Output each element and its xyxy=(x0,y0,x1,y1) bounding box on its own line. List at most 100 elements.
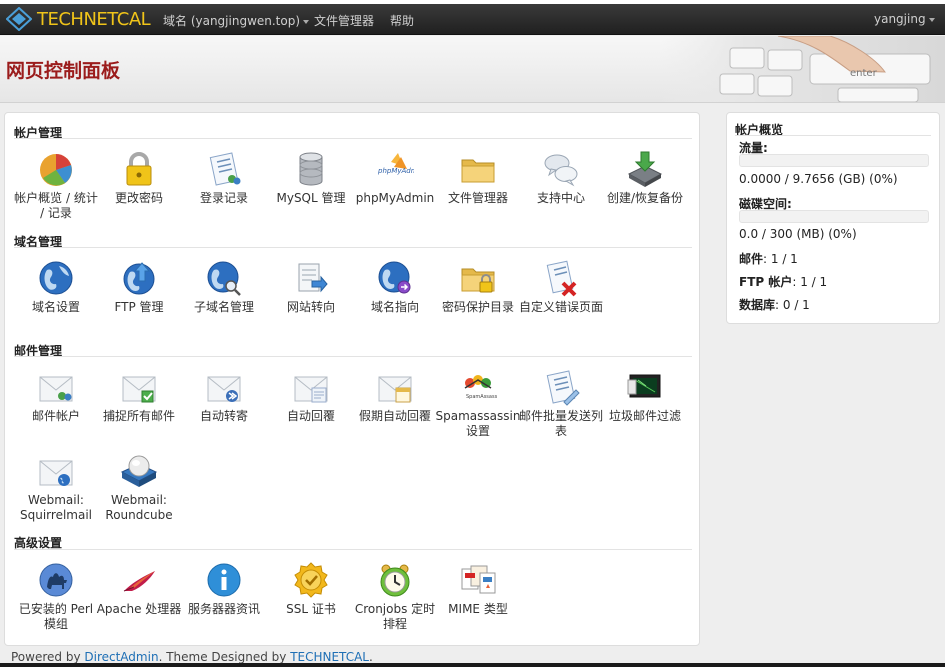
item-custom-error-pages[interactable]: 自定义错误页面 xyxy=(518,259,604,315)
item-label: 创建/恢复备份 xyxy=(606,191,684,205)
nav-file-manager[interactable]: 文件管理器 xyxy=(314,12,374,29)
account-overview-panel: 帐户概览 流量: 0.0000 / 9.7656 (GB) (0%) 磁碟空间:… xyxy=(726,112,940,324)
item-webmail-roundcube[interactable]: Webmail: Roundcube xyxy=(96,452,182,523)
svg-text:enter: enter xyxy=(850,68,878,79)
item-label: 自定义错误页面 xyxy=(518,300,603,314)
item-mailing-lists[interactable]: 邮件批量发送列表 xyxy=(518,368,604,439)
globe-magnifier-icon xyxy=(207,261,241,296)
document-with-users-icon xyxy=(209,152,241,186)
database-icon xyxy=(299,152,323,186)
footer-text: Powered by xyxy=(11,650,85,664)
item-label: 文件管理器 xyxy=(447,191,508,205)
item-email-accounts[interactable]: 邮件帐户 xyxy=(13,368,99,424)
item-label: 垃圾邮件过滤 xyxy=(608,409,681,423)
item-vacation-reply[interactable]: 假期自动回覆 xyxy=(352,368,438,424)
chat-bubbles-icon xyxy=(544,154,578,187)
globe-upload-icon xyxy=(123,262,155,295)
item-account-overview[interactable]: 帐户概览 / 统计 / 记录 xyxy=(13,150,99,221)
item-label: 更改密码 xyxy=(114,191,163,205)
item-label: SSL 证书 xyxy=(286,602,336,616)
main-panel: 帐户管理 帐户概览 / 统计 / 记录 更改密码 登录记录 MySQL 管理 p… xyxy=(4,112,700,646)
envelope-check-icon xyxy=(122,376,156,403)
item-spamassassin[interactable]: SpamAssassin Spamassassin 设置 xyxy=(435,368,521,439)
item-label: Cronjobs 定时排程 xyxy=(354,602,436,631)
item-webmail-squirrelmail[interactable]: Webmail: Squirrelmail xyxy=(13,452,99,523)
item-label: 网站转向 xyxy=(286,300,335,314)
file-types-icon xyxy=(461,565,496,594)
perl-camel-icon xyxy=(39,563,73,597)
document-redirect-icon xyxy=(298,263,328,293)
section-divider xyxy=(14,549,692,550)
header-band: 网页控制面板 enter xyxy=(0,36,945,103)
item-perl-modules[interactable]: 已安装的 Perl 模组 xyxy=(13,561,99,632)
item-ssl-certificates[interactable]: SSL 证书 xyxy=(268,561,354,617)
item-label: 服务器器资讯 xyxy=(187,602,260,616)
item-label: 域名设置 xyxy=(31,300,80,314)
item-label: 假期自动回覆 xyxy=(358,409,431,423)
item-spam-filter[interactable]: 垃圾邮件过滤 xyxy=(602,368,688,424)
nav-help[interactable]: 帮助 xyxy=(390,12,414,29)
item-mime-types[interactable]: MIME 类型 xyxy=(435,561,521,617)
section-divider xyxy=(14,356,692,357)
pie-chart-icon xyxy=(40,154,72,186)
user-menu[interactable]: yangjing xyxy=(874,12,935,26)
globe-pointer-icon xyxy=(378,261,411,294)
page-title: 网页控制面板 xyxy=(6,60,121,82)
item-label: 支持中心 xyxy=(536,191,585,205)
item-label: Webmail: Squirrelmail xyxy=(20,493,92,522)
item-login-history[interactable]: 登录记录 xyxy=(181,150,267,206)
brand-logo[interactable]: TECHNETCAL xyxy=(6,7,151,31)
caret-down-icon xyxy=(303,19,310,24)
item-label: 子域名管理 xyxy=(193,300,254,314)
technetcal-link[interactable]: TECHNETCAL xyxy=(290,650,369,664)
backup-download-icon xyxy=(627,151,663,187)
disk-progress-bar xyxy=(739,210,929,223)
item-support-center[interactable]: 支持中心 xyxy=(518,150,604,206)
spamassassin-logo-icon: SpamAssassin xyxy=(464,375,497,400)
item-domain-pointer[interactable]: 域名指向 xyxy=(352,259,438,315)
svg-text:phpMyAdmin: phpMyAdmin xyxy=(377,167,414,175)
item-label: 帐户概览 / 统计 / 记录 xyxy=(14,191,98,220)
phpmyadmin-sail-icon: phpMyAdmin xyxy=(377,153,414,175)
overview-divider xyxy=(735,135,931,136)
apache-feather-icon xyxy=(123,571,155,592)
footer-text: . xyxy=(368,650,373,664)
item-site-redirect[interactable]: 网站转向 xyxy=(268,259,354,315)
item-label: phpMyAdmin xyxy=(355,191,435,205)
item-subdomain-management[interactable]: 子域名管理 xyxy=(181,259,267,315)
envelope-calendar-icon xyxy=(378,376,412,403)
item-catch-all-email[interactable]: 捕捉所有邮件 xyxy=(96,368,182,424)
item-server-info[interactable]: 服务器器资讯 xyxy=(181,561,267,617)
item-file-manager[interactable]: 文件管理器 xyxy=(435,150,521,206)
item-domain-setup[interactable]: 域名设置 xyxy=(13,259,99,315)
document-pencil-icon xyxy=(546,370,580,406)
item-auto-forward[interactable]: 自动转寄 xyxy=(181,368,267,424)
envelope-globe-icon xyxy=(39,460,73,486)
footer-text: . Theme Designed by xyxy=(158,650,291,664)
item-cronjobs[interactable]: Cronjobs 定时排程 xyxy=(352,561,438,632)
padlock-icon xyxy=(126,152,152,186)
folder-icon xyxy=(461,159,495,183)
monitor-filter-icon xyxy=(627,374,661,398)
item-label: 邮件帐户 xyxy=(31,409,80,423)
section-divider xyxy=(14,138,692,139)
item-ftp-management[interactable]: FTP 管理 xyxy=(96,259,182,315)
folder-lock-icon xyxy=(461,268,495,293)
item-backup-restore[interactable]: 创建/恢复备份 xyxy=(602,150,688,206)
item-password-protected-dirs[interactable]: 密码保护目录 xyxy=(435,259,521,315)
svg-text:SpamAssassin: SpamAssassin xyxy=(466,394,497,400)
info-icon xyxy=(207,563,241,597)
item-auto-reply[interactable]: 自动回覆 xyxy=(268,368,354,424)
item-phpmyadmin[interactable]: phpMyAdmin phpMyAdmin xyxy=(352,150,438,206)
email-stat: 邮件: 1 / 1 xyxy=(739,252,798,266)
item-change-password[interactable]: 更改密码 xyxy=(96,150,182,206)
keyboard-banner-icon: enter xyxy=(660,36,945,102)
domain-menu[interactable]: 域名 (yangjingwen.top) xyxy=(163,12,310,29)
item-apache-handlers[interactable]: Apache 处理器 xyxy=(96,561,182,617)
item-label: Spamassassin 设置 xyxy=(435,409,521,438)
item-mysql-management[interactable]: MySQL 管理 xyxy=(268,150,354,206)
brand-text: TECHNETCAL xyxy=(37,8,151,30)
roundcube-logo-icon xyxy=(120,455,158,487)
bandwidth-progress-bar xyxy=(739,154,929,167)
directadmin-link[interactable]: DirectAdmin xyxy=(84,650,158,664)
